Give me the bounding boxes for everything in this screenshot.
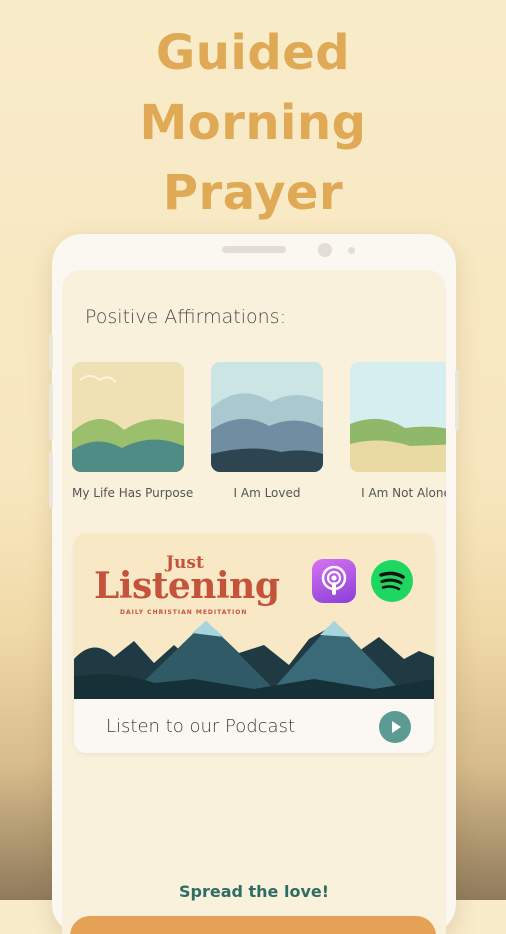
phone-side-button <box>49 452 53 508</box>
landscape-image <box>350 362 446 472</box>
affirmation-card[interactable]: I Am Loved <box>211 362 323 501</box>
podcast-bar[interactable]: Listen to our Podcast <box>74 699 434 753</box>
landscape-image <box>72 362 184 472</box>
share-heading: Spread the love! <box>178 882 330 901</box>
phone-side-button <box>49 384 53 440</box>
podcast-artwork: Just Listening DAILY CHRISTIAN MEDITATIO… <box>74 533 434 699</box>
affirmation-label: I Am Not Alone <box>361 486 446 500</box>
phone-sensor <box>348 247 355 254</box>
phone-frame: Positive Affirmations: My Life Has Purpo… <box>49 234 459 934</box>
affirmation-card[interactable]: I Am Not Alone <box>350 362 446 501</box>
headline-line-2: Morning <box>139 95 367 151</box>
phone-power-button <box>455 370 459 430</box>
play-button[interactable] <box>379 711 411 743</box>
play-icon <box>392 721 401 733</box>
headline-line-3: Prayer <box>162 165 344 221</box>
mountain-illustration <box>74 621 434 699</box>
headline-line-1: Guided <box>155 25 351 81</box>
landscape-image <box>211 362 323 472</box>
share-button[interactable] <box>70 916 436 934</box>
affirmation-label: I Am Loved <box>233 486 301 500</box>
app-screen: Positive Affirmations: My Life Has Purpo… <box>62 270 446 934</box>
podcast-card[interactable]: Just Listening DAILY CHRISTIAN MEDITATIO… <box>74 533 434 753</box>
section-title: Positive Affirmations: <box>85 306 286 328</box>
affirmation-label: My Life Has Purpose <box>72 486 194 500</box>
headline: Guided Morning Prayer <box>0 18 506 228</box>
phone-side-button <box>49 334 53 370</box>
affirmation-card[interactable]: My Life Has Purpose <box>72 362 194 501</box>
podcast-label: Listen to our Podcast <box>106 716 296 737</box>
phone-speaker <box>222 246 286 253</box>
phone-camera <box>318 243 332 257</box>
